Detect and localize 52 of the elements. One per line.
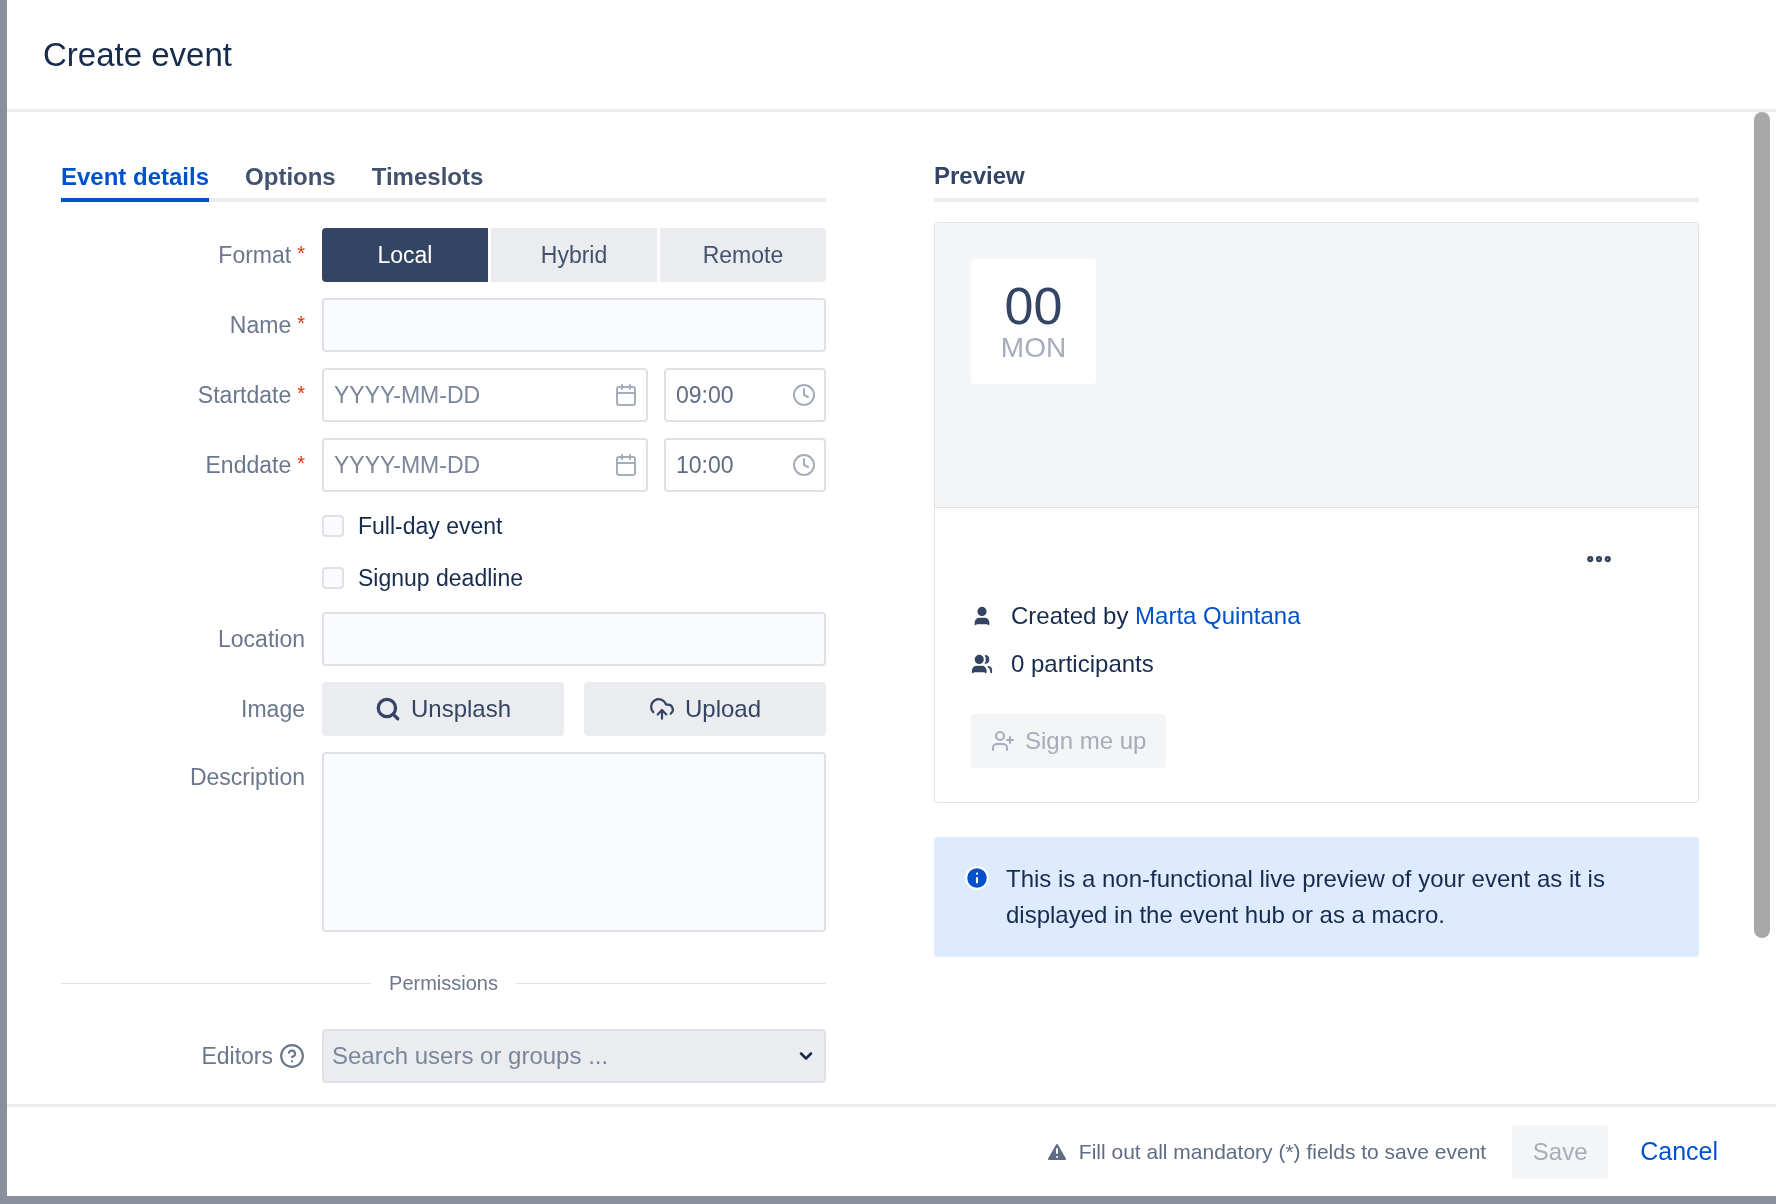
checkbox-label: Full-day event <box>358 512 503 540</box>
format-option[interactable]: Local <box>322 228 488 282</box>
checkbox-label: Signup deadline <box>358 564 523 592</box>
field-label: Location <box>218 625 305 653</box>
users-icon <box>971 653 993 675</box>
required-mark: * <box>297 311 305 335</box>
field-label: Startdate * <box>197 381 305 409</box>
date-field[interactable]: YYYY-MM-DD <box>322 368 648 422</box>
clock-icon <box>792 383 816 407</box>
field-label: Editors <box>201 1042 273 1070</box>
user-plus-icon <box>991 729 1015 753</box>
time-field[interactable]: 10:00 <box>664 438 826 492</box>
field-label: Enddate * <box>205 451 305 479</box>
tab[interactable]: Timeslots <box>371 162 484 202</box>
tab[interactable]: Options <box>245 162 336 202</box>
dialog-title: Create event <box>43 35 232 74</box>
clock-icon <box>792 453 816 477</box>
field-label: Image <box>241 695 305 723</box>
image-button[interactable]: Unsplash <box>322 682 564 736</box>
info-text: This is a non-functional live preview of your event as it is displayed in the event hub or as a macro. <box>1006 864 1606 930</box>
calendar-icon <box>614 383 638 407</box>
section-heading: Permissions <box>389 972 498 995</box>
cancel-button[interactable]: Cancel <box>1634 1137 1724 1166</box>
required-mark: * <box>297 451 305 475</box>
required-mark: * <box>297 381 305 405</box>
location-field[interactable] <box>322 612 826 666</box>
field-label: Description <box>189 764 305 791</box>
name-field[interactable] <box>322 298 826 352</box>
participants-text: 0 participants <box>1011 650 1154 678</box>
preview-heading: Preview <box>934 162 1699 202</box>
creator-text: Created by Marta Quintana <box>1011 602 1301 630</box>
cloud-upload-icon <box>648 696 675 722</box>
calendar-icon <box>614 453 638 477</box>
field-label: Format * <box>218 241 305 269</box>
format-option[interactable]: Remote <box>660 228 826 282</box>
scrollbar[interactable] <box>1754 112 1770 938</box>
date-field[interactable]: YYYY-MM-DD <box>322 438 648 492</box>
tab[interactable]: Event details <box>61 162 210 202</box>
info-icon <box>964 865 990 891</box>
search-icon <box>374 696 401 722</box>
format-option[interactable]: Hybrid <box>491 228 657 282</box>
warning-text: Fill out all mandatory (*) fields to save event <box>1044 1139 1487 1164</box>
creator-link[interactable]: Marta Quintana <box>1135 602 1301 629</box>
time-field[interactable]: 09:00 <box>664 368 826 422</box>
required-mark: * <box>297 241 305 265</box>
date-badge: 00 MON <box>971 259 1096 384</box>
image-button[interactable]: Upload <box>584 682 826 736</box>
checkbox[interactable] <box>322 515 344 537</box>
help-icon[interactable] <box>279 1043 305 1069</box>
checkbox[interactable] <box>322 567 344 589</box>
field-label: Name * <box>229 311 305 339</box>
description-field[interactable] <box>322 752 826 932</box>
